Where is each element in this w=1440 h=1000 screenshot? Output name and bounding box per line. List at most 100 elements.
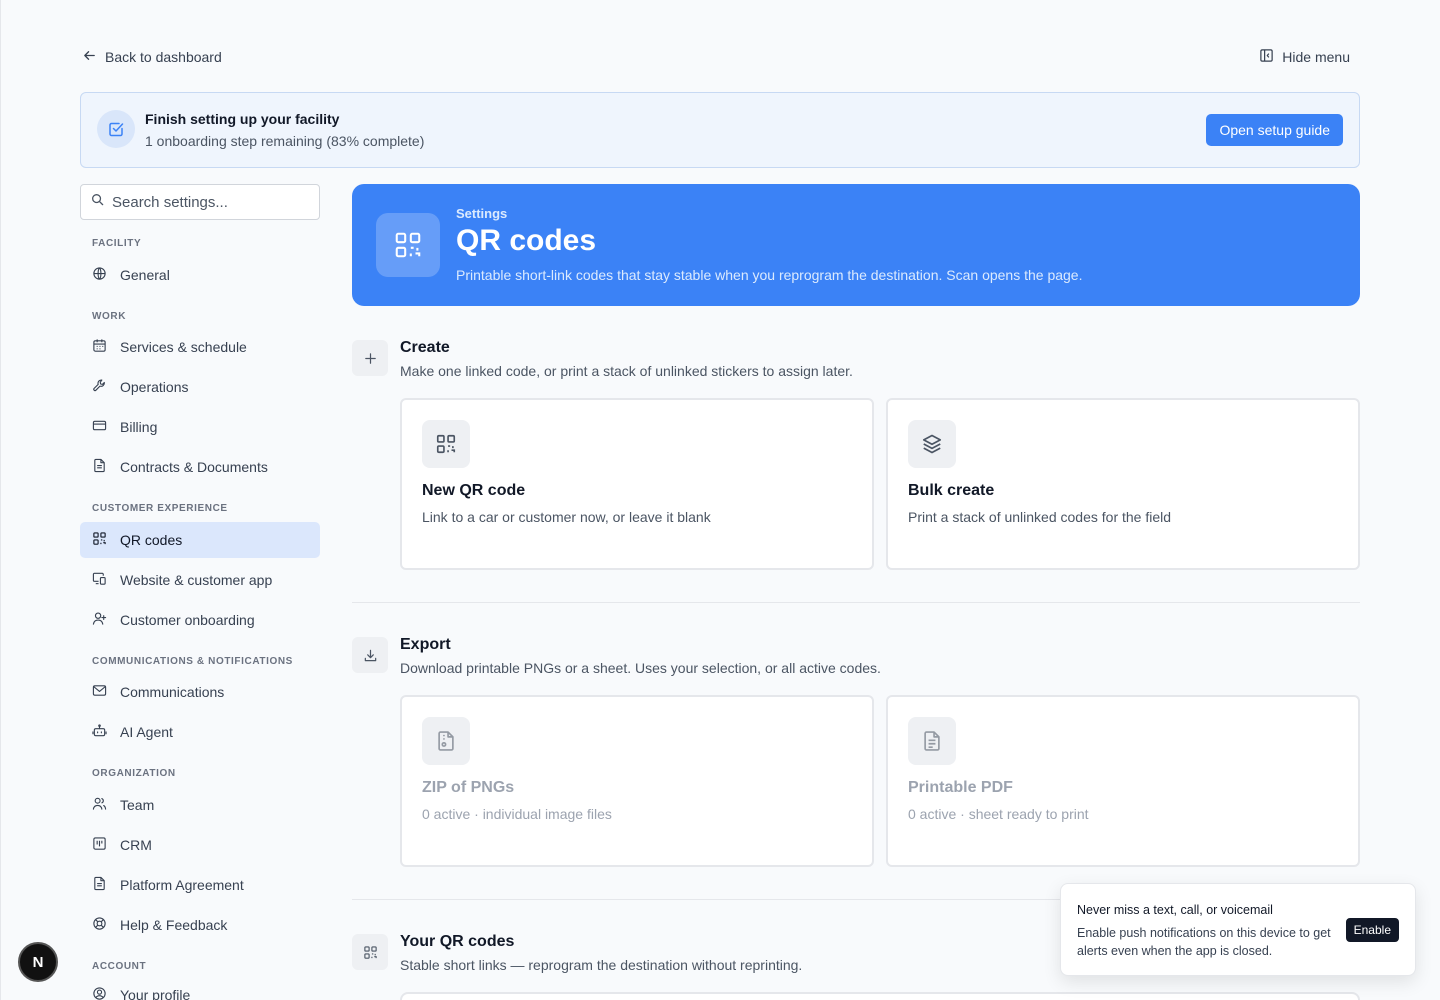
export-section-title: Export: [400, 636, 451, 653]
your-qr-codes-title: Your QR codes: [400, 933, 515, 950]
back-to-dashboard-label: Back to dashboard: [105, 49, 222, 65]
mail-icon: [92, 683, 107, 701]
qr-code-icon: [376, 213, 440, 277]
search-icon: [91, 193, 104, 211]
page-left-border: [0, 0, 1, 1000]
page-header-card: Settings QR codes Printable short-link c…: [352, 184, 1360, 306]
file-image-icon: [422, 717, 470, 765]
sidebar-item-ai-agent[interactable]: AI Agent: [80, 714, 320, 750]
sidebar-item-label: Team: [120, 797, 155, 813]
page-eyebrow: Settings: [456, 206, 508, 221]
user-avatar[interactable]: N: [18, 942, 58, 982]
printable-pdf-card[interactable]: Printable PDF 0 active · sheet ready to …: [886, 695, 1360, 867]
sidebar-item-label: Services & schedule: [120, 339, 247, 355]
agreement-document-icon: [92, 876, 107, 894]
sidebar-item-label: CRM: [120, 837, 152, 853]
zip-of-pngs-card[interactable]: ZIP of PNGs 0 active · individual image …: [400, 695, 874, 867]
card-title: Printable PDF: [908, 779, 1013, 796]
sidebar-item-label: Customer onboarding: [120, 612, 255, 628]
nav-section-account: ACCOUNT: [92, 961, 147, 972]
credit-card-icon: [92, 418, 107, 436]
lifebuoy-icon: [92, 916, 107, 934]
sidebar-item-operations[interactable]: Operations: [80, 369, 320, 405]
sidebar-item-platform-agreement[interactable]: Platform Agreement: [80, 867, 320, 903]
create-section-title: Create: [400, 339, 450, 356]
page-description: Printable short-link codes that stay sta…: [456, 267, 1083, 283]
back-to-dashboard-link[interactable]: Back to dashboard: [82, 48, 222, 66]
arrow-left-icon: [82, 48, 97, 66]
qr-code-icon: [352, 934, 388, 970]
open-setup-guide-button[interactable]: Open setup guide: [1206, 114, 1343, 146]
sidebar-item-label: Help & Feedback: [120, 917, 228, 933]
setup-banner: Finish setting up your facility 1 onboar…: [80, 92, 1360, 168]
file-text-icon: [908, 717, 956, 765]
create-section-description: Make one linked code, or print a stack o…: [400, 363, 853, 379]
sidebar-item-label: QR codes: [120, 532, 183, 548]
devices-icon: [92, 571, 107, 589]
card-title: Bulk create: [908, 482, 995, 499]
page-title: QR codes: [456, 224, 597, 257]
wrench-icon: [92, 378, 107, 396]
sidebar-item-qr-codes[interactable]: QR codes: [80, 522, 320, 558]
new-qr-code-card[interactable]: New QR code Link to a car or customer no…: [400, 398, 874, 570]
users-icon: [92, 796, 107, 814]
card-title: New QR code: [422, 482, 526, 499]
toast-body: Enable push notifications on this device…: [1077, 926, 1331, 958]
sidebar-item-customer-onboarding[interactable]: Customer onboarding: [80, 602, 320, 638]
sidebar-item-communications[interactable]: Communications: [80, 674, 320, 710]
layers-icon: [908, 420, 956, 468]
plus-icon: [352, 340, 388, 376]
bulk-create-card[interactable]: Bulk create Print a stack of unlinked co…: [886, 398, 1360, 570]
sidebar-item-label: Operations: [120, 379, 189, 395]
checkbox-icon: [97, 110, 135, 148]
document-icon: [92, 458, 107, 476]
section-divider: [352, 602, 1360, 603]
export-section-description: Download printable PNGs or a sheet. Uses…: [400, 660, 881, 676]
sidebar-item-label: AI Agent: [120, 724, 173, 740]
card-description: Print a stack of unlinked codes for the …: [908, 509, 1172, 525]
push-notification-prompt: Never miss a text, call, or voicemail En…: [1060, 883, 1416, 976]
sidebar-item-your-profile[interactable]: Your profile: [80, 977, 320, 1000]
user-circle-icon: [92, 986, 107, 1000]
nav-section-facility: FACILITY: [92, 238, 142, 249]
qr-codes-list: [400, 992, 1360, 1000]
hide-menu-button[interactable]: Hide menu: [1259, 48, 1350, 66]
sidebar-item-crm[interactable]: CRM: [80, 827, 320, 863]
search-input[interactable]: [112, 193, 312, 211]
nav-section-organization: ORGANIZATION: [92, 768, 176, 779]
nav-section-communications: COMMUNICATIONS & NOTIFICATIONS: [92, 656, 293, 667]
settings-search[interactable]: [80, 184, 320, 220]
card-title: ZIP of PNGs: [422, 779, 515, 796]
card-description: 0 active · sheet ready to print: [908, 806, 1089, 822]
download-icon: [352, 637, 388, 673]
sidebar-item-services-schedule[interactable]: Services & schedule: [80, 329, 320, 365]
sidebar-item-billing[interactable]: Billing: [80, 409, 320, 445]
sidebar-item-contracts-documents[interactable]: Contracts & Documents: [80, 449, 320, 485]
setup-banner-progress: 1 onboarding step remaining (83% complet…: [145, 133, 425, 149]
calendar-icon: [92, 338, 107, 356]
kanban-icon: [92, 836, 107, 854]
panel-collapse-icon: [1259, 48, 1274, 66]
sidebar-item-help-feedback[interactable]: Help & Feedback: [80, 907, 320, 943]
your-qr-codes-description: Stable short links — reprogram the desti…: [400, 957, 803, 973]
globe-icon: [92, 266, 107, 284]
hide-menu-label: Hide menu: [1282, 49, 1350, 65]
nav-section-work: WORK: [92, 311, 127, 322]
sidebar-item-label: General: [120, 267, 170, 283]
sidebar-item-label: Your profile: [120, 987, 191, 1000]
sidebar-item-team[interactable]: Team: [80, 787, 320, 823]
sidebar-item-general[interactable]: General: [80, 257, 320, 293]
enable-notifications-button[interactable]: Enable: [1345, 918, 1399, 942]
sidebar-item-label: Website & customer app: [120, 572, 273, 588]
sidebar-item-website-customer-app[interactable]: Website & customer app: [80, 562, 320, 598]
card-description: 0 active · individual image files: [422, 806, 612, 822]
nav-section-customer-experience: CUSTOMER EXPERIENCE: [92, 503, 228, 514]
sidebar-item-label: Billing: [120, 419, 158, 435]
robot-icon: [92, 723, 107, 741]
card-description: Link to a car or customer now, or leave …: [422, 509, 711, 525]
sidebar-item-label: Contracts & Documents: [120, 459, 268, 475]
toast-title: Never miss a text, call, or voicemail: [1077, 903, 1273, 917]
sidebar-item-label: Communications: [120, 684, 225, 700]
qr-code-icon: [92, 531, 107, 549]
user-plus-icon: [92, 611, 107, 629]
